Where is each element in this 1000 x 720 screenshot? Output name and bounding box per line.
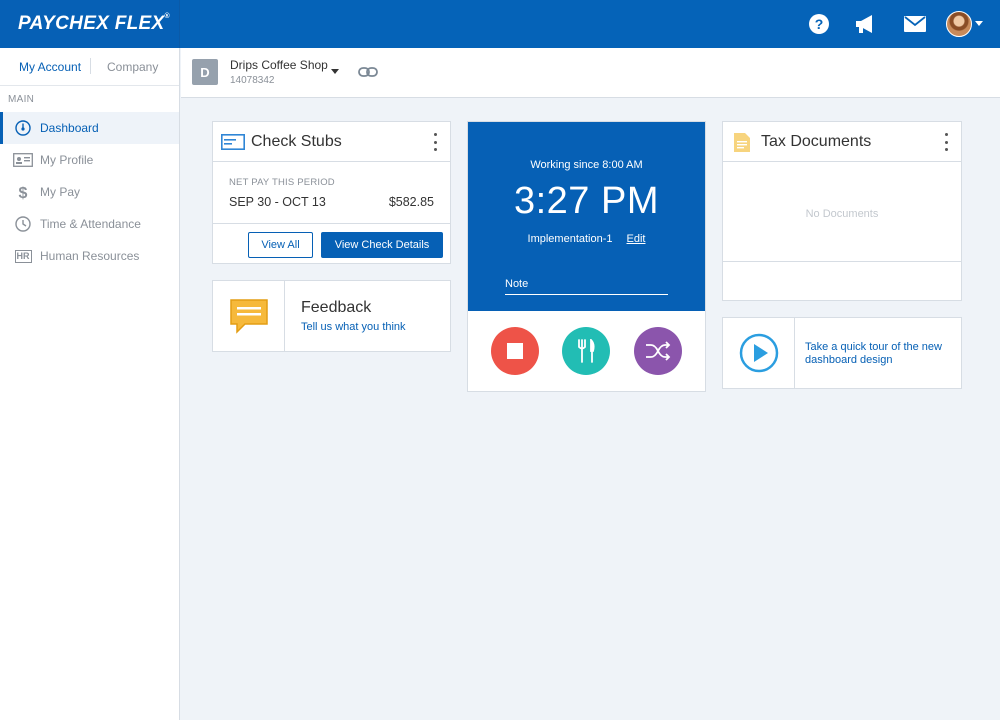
meal-break-button[interactable]	[562, 327, 610, 375]
sidebar-item-human-resources[interactable]: HR Human Resources	[0, 240, 179, 272]
tax-documents-card: Tax Documents No Documents	[722, 121, 962, 301]
id-card-icon	[13, 151, 33, 169]
user-avatar[interactable]	[946, 11, 972, 37]
logo-area: PAYCHEX FLEX®	[0, 0, 180, 48]
check-icon	[221, 134, 245, 155]
view-all-button[interactable]: View All	[248, 232, 313, 258]
check-stubs-footer: View All View Check Details	[213, 223, 450, 263]
tour-card[interactable]: Take a quick tour of the new dashboard d…	[722, 317, 962, 389]
sidebar-item-my-profile[interactable]: My Profile	[0, 144, 179, 176]
pay-period: SEP 30 - OCT 13	[229, 195, 326, 209]
clock-panel: Working since 8:00 AM 3:27 PM Implementa…	[468, 122, 705, 311]
note-input[interactable]: Note	[505, 277, 668, 295]
job-name: Implementation-1	[527, 233, 613, 245]
sidebar-tabs: My Account Company	[0, 48, 179, 86]
fork-knife-icon	[578, 339, 595, 363]
paychex-flex-logo[interactable]: PAYCHEX FLEX®	[18, 13, 170, 35]
shuffle-icon	[646, 341, 671, 361]
view-check-details-button[interactable]: View Check Details	[321, 232, 443, 258]
more-options-icon[interactable]	[432, 133, 438, 151]
dashboard-icon	[13, 119, 33, 137]
transfer-button[interactable]	[634, 327, 682, 375]
tour-icon-cell	[723, 318, 795, 388]
tab-company[interactable]: Company	[107, 60, 158, 74]
sidebar: My Account Company MAIN Dashboard My Pro…	[0, 48, 180, 720]
section-label-main: MAIN	[8, 94, 35, 105]
company-badge: D	[192, 59, 218, 85]
document-icon	[734, 133, 750, 157]
speech-bubble-icon	[229, 299, 268, 334]
company-name[interactable]: Drips Coffee Shop	[230, 58, 328, 72]
dollar-icon: $	[13, 183, 33, 201]
job-line: Implementation-1 Edit	[468, 233, 705, 245]
feedback-card[interactable]: Feedback Tell us what you think	[212, 280, 451, 352]
check-stubs-title: Check Stubs	[251, 133, 342, 150]
sidebar-item-label: My Profile	[40, 153, 94, 167]
sidebar-item-my-pay[interactable]: $ My Pay	[0, 176, 179, 208]
tour-link[interactable]: Take a quick tour of the new dashboard d…	[805, 341, 955, 367]
sidebar-item-label: Time & Attendance	[40, 217, 141, 231]
working-since-text: Working since 8:00 AM	[530, 159, 643, 171]
tax-documents-body: No Documents	[723, 162, 961, 262]
stop-icon	[507, 343, 523, 359]
sidebar-item-dashboard[interactable]: Dashboard	[0, 112, 179, 144]
hr-icon: HR	[14, 249, 32, 263]
sidebar-item-label: Human Resources	[40, 249, 140, 263]
check-stubs-card: Check Stubs NET PAY THIS PERIOD SEP 30 -…	[212, 121, 451, 264]
megaphone-icon[interactable]	[854, 12, 878, 36]
current-time: 3:27 PM	[513, 180, 660, 222]
help-icon[interactable]: ?	[807, 12, 831, 36]
tax-documents-header: Tax Documents	[723, 122, 961, 162]
sidebar-item-label: My Pay	[40, 185, 81, 199]
chevron-down-icon[interactable]	[331, 69, 339, 74]
top-bar: PAYCHEX FLEX® ?	[0, 0, 1000, 48]
feedback-title: Feedback	[301, 299, 372, 316]
check-stubs-header: Check Stubs	[213, 122, 450, 162]
net-pay-amount: $582.85	[388, 195, 434, 209]
mail-icon[interactable]	[903, 12, 927, 36]
company-id: 14078342	[230, 75, 275, 86]
tax-documents-title: Tax Documents	[761, 133, 872, 150]
feedback-link[interactable]: Tell us what you think	[301, 321, 406, 333]
svg-text:?: ?	[815, 16, 824, 32]
play-icon[interactable]	[739, 333, 779, 373]
sidebar-item-label: Dashboard	[40, 121, 99, 135]
edit-link[interactable]: Edit	[627, 233, 646, 245]
sidebar-item-time-attendance[interactable]: Time & Attendance	[0, 208, 179, 240]
tab-divider	[90, 58, 91, 74]
chevron-down-icon[interactable]	[975, 21, 983, 26]
no-documents-text: No Documents	[805, 208, 879, 220]
company-bar: D Drips Coffee Shop 14078342	[181, 48, 1000, 98]
clock-icon	[13, 215, 33, 233]
more-options-icon[interactable]	[943, 133, 949, 151]
tab-my-account[interactable]: My Account	[19, 60, 81, 74]
link-icon[interactable]	[358, 65, 378, 84]
time-clock-card: Working since 8:00 AM 3:27 PM Implementa…	[467, 121, 706, 392]
feedback-icon-cell	[213, 281, 285, 351]
net-pay-label: NET PAY THIS PERIOD	[229, 177, 335, 188]
svg-text:$: $	[19, 185, 28, 200]
clock-out-button[interactable]	[491, 327, 539, 375]
